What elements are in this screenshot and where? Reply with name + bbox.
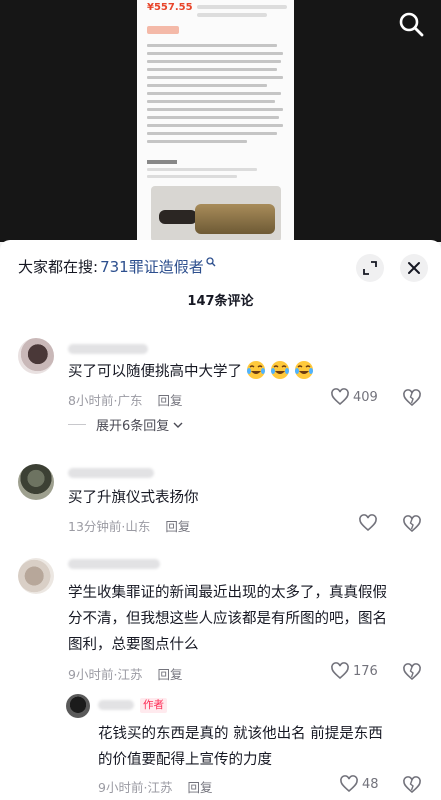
like-button[interactable]	[358, 513, 381, 533]
comment-time-location: 13分钟前·山东	[68, 519, 151, 534]
broken-heart-icon[interactable]	[402, 775, 422, 795]
heart-icon	[331, 388, 349, 406]
video-blurred-text-line	[147, 92, 281, 95]
video-player[interactable]: ¥557.55	[0, 0, 441, 242]
like-button[interactable]: 409	[330, 387, 378, 407]
video-blurred-text-line	[147, 132, 277, 135]
trending-search-link[interactable]: 大家都在搜: 731罪证造假者	[18, 254, 216, 278]
product-handle	[159, 210, 197, 224]
divider-dash	[68, 424, 86, 425]
reply-text-line: 花钱买的东西是真的 就该他出名 前提是东西	[98, 726, 383, 742]
username-blurred[interactable]	[68, 344, 148, 354]
reply-button[interactable]: 回复	[165, 516, 190, 535]
expand-button[interactable]	[356, 254, 384, 282]
video-blurred-text-line	[147, 140, 247, 143]
username-blurred[interactable]	[98, 700, 134, 710]
broken-heart-icon[interactable]	[402, 514, 422, 534]
expand-icon	[363, 261, 377, 275]
avatar[interactable]	[18, 464, 54, 500]
video-frame-product-page: ¥557.55	[137, 0, 294, 242]
comment-text-line: 学生收集罪证的新闻最近出现的太多了，真真假假	[68, 585, 387, 601]
broken-heart-icon[interactable]	[402, 388, 422, 408]
avatar[interactable]	[66, 694, 90, 718]
comment-text-line: 图利，总要图点什么	[68, 637, 199, 653]
reply-button[interactable]: 回复	[187, 777, 212, 796]
expand-replies-button[interactable]: 展开6条回复	[68, 415, 184, 434]
video-blurred-text-line	[147, 84, 267, 87]
video-blurred-text-line	[147, 108, 283, 111]
comment-time-location: 9小时前·江苏	[68, 667, 143, 682]
comment-panel: 大家都在搜: 731罪证造假者 147条评论 买了可以随便挑高中大学了 8小时前…	[0, 240, 441, 800]
laughing-tears-emoji-icon	[271, 361, 289, 379]
username-blurred[interactable]	[68, 559, 160, 569]
search-trend-icon	[206, 257, 216, 267]
video-blurred-text-line	[147, 60, 281, 63]
video-product-photo	[151, 186, 281, 242]
search-icon[interactable]	[397, 10, 425, 38]
video-blurred-subheading	[147, 160, 177, 164]
product-metal-body	[195, 204, 275, 234]
video-blurred-text-line	[147, 52, 283, 55]
laughing-tears-emoji-icon	[295, 361, 313, 379]
like-count: 176	[353, 663, 378, 679]
video-blurred-tag	[147, 26, 179, 34]
like-count: 409	[353, 389, 378, 405]
heart-icon	[340, 775, 358, 793]
reply-button[interactable]: 回复	[157, 390, 182, 409]
author-badge: 作者	[140, 698, 167, 713]
comment-meta: 9小时前·江苏 回复	[98, 777, 212, 796]
video-blurred-text-line	[147, 100, 275, 103]
video-blurred-text-line	[147, 175, 237, 178]
comment-count-title: 147条评论	[187, 294, 254, 309]
video-blurred-header-line	[197, 13, 267, 17]
comment-meta: 9小时前·江苏 回复	[68, 664, 182, 683]
video-blurred-header-line	[197, 5, 287, 9]
like-button[interactable]: 176	[330, 661, 378, 681]
expand-replies-label: 展开6条回复	[96, 419, 170, 434]
heart-icon	[331, 662, 349, 680]
avatar[interactable]	[18, 338, 54, 374]
broken-heart-icon[interactable]	[402, 662, 422, 682]
video-blurred-text-line	[147, 76, 283, 79]
laughing-tears-emoji-icon	[247, 361, 265, 379]
avatar[interactable]	[18, 558, 54, 594]
trending-search-term[interactable]: 731罪证造假者	[100, 256, 204, 277]
comment-time-location: 9小时前·江苏	[98, 780, 173, 795]
close-button[interactable]	[400, 254, 428, 282]
video-blurred-text-line	[147, 168, 257, 171]
comment-text: 买了升旗仪式表扬你	[68, 490, 199, 506]
close-icon	[408, 262, 420, 274]
comment-text-line: 分不清，但我想这些人应该都是有所图的吧，图名	[68, 611, 387, 627]
username-blurred[interactable]	[68, 468, 154, 478]
comment-meta: 13分钟前·山东 回复	[68, 516, 190, 535]
trending-search-prefix: 大家都在搜:	[18, 257, 99, 276]
chevron-down-icon	[173, 422, 183, 428]
comment-time-location: 8小时前·广东	[68, 393, 143, 408]
video-blurred-text-line	[147, 44, 277, 47]
video-blurred-text-line	[147, 124, 283, 127]
like-count: 48	[362, 776, 379, 792]
heart-icon	[359, 514, 377, 532]
reply-button[interactable]: 回复	[157, 664, 182, 683]
comment-meta: 8小时前·广东 回复	[68, 390, 182, 409]
video-blurred-text-line	[147, 68, 277, 71]
video-blurred-text-line	[147, 116, 279, 119]
reply-text-line: 的价值要配得上宣传的力度	[98, 752, 272, 768]
video-price: ¥557.55	[147, 2, 193, 13]
comment-text-content: 买了可以随便挑高中大学了	[68, 364, 242, 380]
comment-text: 买了可以随便挑高中大学了	[68, 359, 314, 385]
like-button[interactable]: 48	[339, 774, 379, 794]
